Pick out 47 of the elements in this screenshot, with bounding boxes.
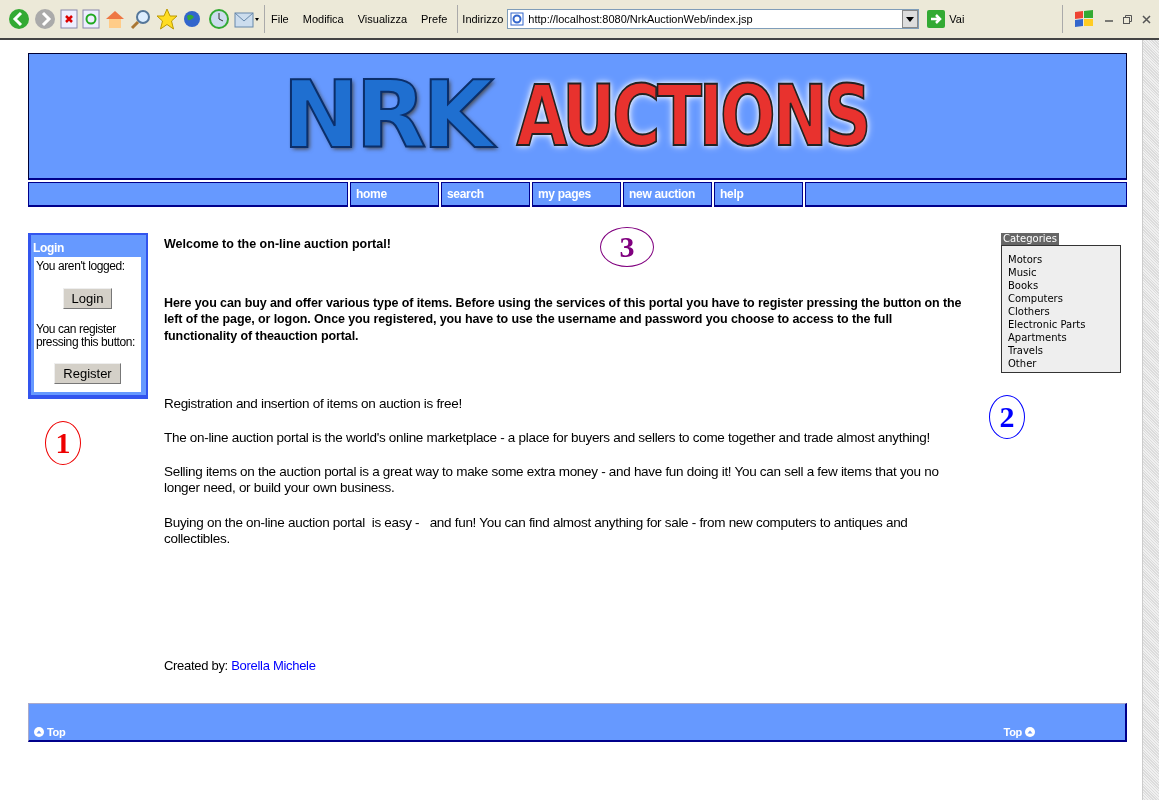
menu-item[interactable]: Prefe: [421, 13, 448, 25]
windows-flag-icon: [1073, 9, 1095, 29]
paragraph: The on-line auction portal is the world's online marketplace - a place for buyers and sellers to come together and trade almost anything!: [164, 429, 931, 447]
category-item[interactable]: Travels: [1008, 344, 1114, 357]
back-icon[interactable]: [8, 8, 30, 30]
up-arrow-icon: [34, 727, 44, 737]
category-item[interactable]: Books: [1008, 279, 1114, 292]
address-field[interactable]: http://localhost:8080/NrkAuctionWeb/index.jsp: [507, 9, 920, 29]
menu-item[interactable]: Modifica: [302, 13, 344, 25]
welcome-heading: Welcome to the on-line auction portal!: [164, 237, 391, 251]
category-item[interactable]: Music: [1008, 266, 1114, 279]
forward-icon[interactable]: [34, 8, 56, 30]
home-icon[interactable]: [104, 9, 126, 29]
menu-item[interactable]: File: [271, 13, 289, 25]
paragraph: Registration and insertion of items on auction is free!: [164, 395, 463, 412]
category-item[interactable]: Apartments: [1008, 331, 1114, 344]
mail-icon[interactable]: [234, 9, 260, 29]
menu-item[interactable]: Visualizza: [357, 13, 408, 25]
register-hint: You can register pressing this button:: [36, 323, 136, 349]
categories-title: Categories: [1001, 233, 1059, 245]
go-button[interactable]: Vai: [923, 10, 969, 28]
logo-text: AUCTIONS: [515, 74, 869, 158]
login-status: You aren't logged:: [36, 259, 126, 273]
up-arrow-icon: [1025, 727, 1035, 737]
category-item[interactable]: Electronic Parts: [1008, 318, 1114, 331]
search-icon[interactable]: [130, 8, 152, 30]
logo-text: NRK: [276, 70, 496, 162]
credit-label: Created by:: [164, 657, 228, 673]
author-link[interactable]: Borella Michele: [231, 657, 316, 673]
category-item[interactable]: Motors: [1008, 253, 1114, 266]
close-icon[interactable]: [1142, 14, 1151, 24]
panel-title: Login: [32, 240, 66, 257]
address-label: Indirizzo: [462, 13, 504, 25]
intro-text: Here you can buy and offer various type of items. Before using the services of this portal you have to register pressing the button on the left of the page, or logon. Once you registered, you have to use the username and password you choose to access to the full functionality of theauction portal.: [164, 295, 963, 344]
page-icon: [510, 12, 525, 26]
refresh-icon[interactable]: [82, 9, 100, 29]
login-button[interactable]: Login: [62, 288, 113, 309]
history-icon[interactable]: [208, 8, 230, 30]
star-icon[interactable]: [156, 8, 178, 30]
category-item[interactable]: Computers: [1008, 292, 1114, 305]
stop-icon[interactable]: [60, 9, 78, 29]
paragraph: Buying on the on-line auction portal is easy - and fun! You can find almost anything for sale - from new computers to antiques and collectibles.: [164, 514, 909, 547]
restore-icon[interactable]: [1123, 14, 1132, 24]
category-item[interactable]: Clothers: [1008, 305, 1114, 318]
category-item[interactable]: Other: [1008, 357, 1114, 370]
register-button[interactable]: Register: [54, 363, 121, 385]
paragraph: Selling items on the auction portal is a great way to make some extra money - and have fun doing it! You can sell a few items that you no longer need, or build your own business.: [164, 464, 940, 497]
